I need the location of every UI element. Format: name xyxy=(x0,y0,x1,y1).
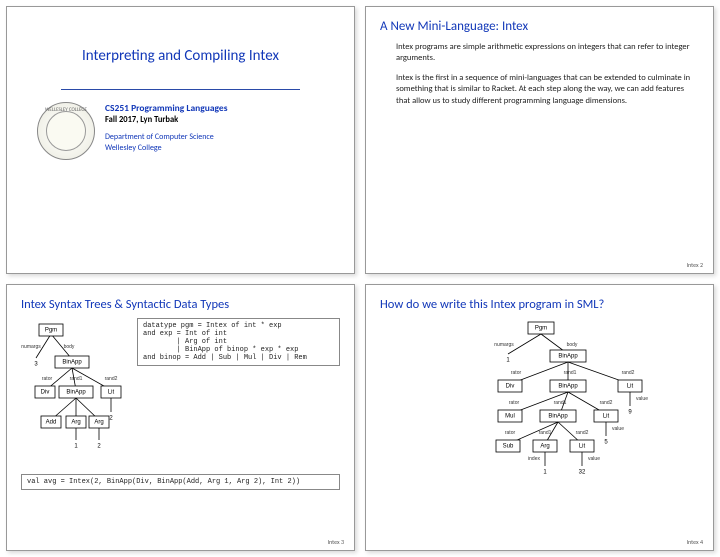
slide-2: A New Mini-Language: Intex Intex program… xyxy=(365,6,714,274)
s4-rand1c: rand1 xyxy=(538,430,551,436)
s4-rand1a: rand1 xyxy=(563,370,576,376)
s4-v5: 5 xyxy=(604,439,608,445)
slide2-title: A New Mini-Language: Intex xyxy=(380,19,699,34)
val-3: 3 xyxy=(34,361,38,367)
s4-rand2c: rand2 xyxy=(575,430,588,436)
slide2-body: Intex programs are simple arithmetic exp… xyxy=(380,42,699,107)
s4-value2: value xyxy=(612,426,624,432)
slide2-p2: Intex is the first in a sequence of mini… xyxy=(396,73,693,107)
s4-body: body xyxy=(566,342,577,348)
slide3-layout: Pgm numargs body 3 BinApp rator rand1 ra… xyxy=(21,318,340,468)
s4-rator3: rator xyxy=(504,430,515,436)
s4-div: Div xyxy=(505,383,514,389)
s4-v9: 9 xyxy=(628,409,632,415)
slide-4: How do we write this Intex program in SM… xyxy=(365,284,714,552)
node-div: Div xyxy=(41,389,50,395)
code-column: datatype pgm = Intex of int * exp and ex… xyxy=(137,318,340,468)
s4-binapp2: BinApp xyxy=(558,383,578,389)
slide1-title: Interpreting and Compiling Intex xyxy=(21,47,340,65)
s4-rand2b: rand2 xyxy=(599,400,612,406)
s4-mul: Mul xyxy=(505,413,515,419)
datatype-code: datatype pgm = Intex of int * exp and ex… xyxy=(137,318,340,366)
slide2-footer: Intex 2 xyxy=(687,261,703,269)
s4-v1: 1 xyxy=(506,357,510,363)
slide4-title: How do we write this Intex program in SM… xyxy=(380,297,699,312)
node-add: Add xyxy=(46,419,57,425)
node-lit: Lit xyxy=(108,389,115,395)
syntax-tree-small: Pgm numargs body 3 BinApp rator rand1 ra… xyxy=(21,318,131,468)
s4-pgm: Pgm xyxy=(534,325,546,331)
course-block: CS251 Programming Languages Fall 2017, L… xyxy=(105,102,228,154)
slide3-title: Intex Syntax Trees & Syntactic Data Type… xyxy=(21,297,340,312)
s4-binapp3: BinApp xyxy=(548,413,568,419)
s4-lit3: Lit xyxy=(578,443,585,449)
s4-lit1: Lit xyxy=(626,383,633,389)
node-binapp: BinApp xyxy=(62,359,82,365)
s4-rand1b: rand1 xyxy=(553,400,566,406)
s4-numargs: numargs xyxy=(494,342,514,348)
slide-1: Interpreting and Compiling Intex WELLESL… xyxy=(6,6,355,274)
s4-vidx1: 1 xyxy=(543,469,547,475)
course-title: CS251 Programming Languages xyxy=(105,102,228,115)
slide-grid: Interpreting and Compiling Intex WELLESL… xyxy=(6,6,714,551)
lbl-rand2: rand2 xyxy=(105,376,118,382)
lbl-numargs: numargs xyxy=(21,344,41,350)
node-binapp2: BinApp xyxy=(66,389,86,395)
val-2: 2 xyxy=(97,443,101,449)
slide3-footer: Intex 3 xyxy=(328,538,344,546)
course-sub: Fall 2017, Lyn Turbak xyxy=(105,115,228,126)
s4-sub: Sub xyxy=(502,443,513,449)
s4-arg: Arg xyxy=(540,443,549,449)
lbl-rator: rator xyxy=(42,376,53,382)
val-code: val avg = Intex(2, BinApp(Div, BinApp(Ad… xyxy=(21,474,340,490)
node-pgm: Pgm xyxy=(45,327,57,333)
node-arg2: Arg xyxy=(94,419,103,425)
s4-lit2: Lit xyxy=(602,413,609,419)
val-1: 1 xyxy=(74,443,78,449)
divider xyxy=(61,89,300,90)
s4-value3: value xyxy=(588,456,600,462)
s4-v32: 32 xyxy=(578,469,585,475)
dept-line-1: Department of Computer Science xyxy=(105,132,228,143)
seal-row: WELLESLEY COLLEGE CS251 Programming Lang… xyxy=(21,102,340,160)
s4-rator2: rator xyxy=(508,400,519,406)
slide4-footer: Intex 4 xyxy=(687,538,703,546)
lbl-body: body xyxy=(64,344,75,350)
slide2-p1: Intex programs are simple arithmetic exp… xyxy=(396,42,693,65)
s4-rand2a: rand2 xyxy=(621,370,634,376)
s4-binapp1: BinApp xyxy=(558,353,578,359)
val-2b: 2 xyxy=(109,415,113,421)
node-arg1: Arg xyxy=(71,419,80,425)
s4-rator1: rator xyxy=(510,370,521,376)
dept-line-2: Wellesley College xyxy=(105,143,228,154)
college-seal-icon: WELLESLEY COLLEGE xyxy=(37,102,95,160)
s4-value1: value xyxy=(636,396,648,402)
syntax-tree-large: Pgm numargs body 1 BinApp rator rand1 ra… xyxy=(390,318,690,518)
slide-3: Intex Syntax Trees & Syntactic Data Type… xyxy=(6,284,355,552)
seal-text-top: WELLESLEY COLLEGE xyxy=(38,107,94,113)
s4-index: index xyxy=(528,456,540,462)
lbl-rand1: rand1 xyxy=(70,376,83,382)
